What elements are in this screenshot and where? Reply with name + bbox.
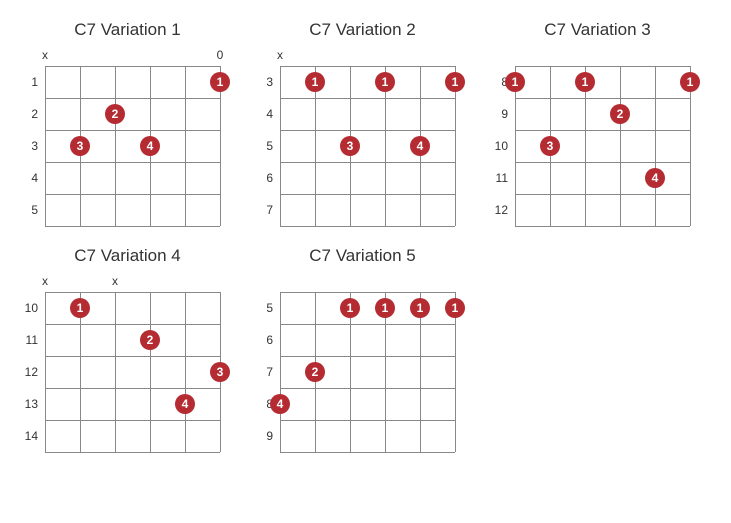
diagram-wrapper: 56789111124 — [255, 274, 470, 452]
fret-number: 4 — [20, 172, 38, 184]
top-indicator: x — [38, 48, 52, 62]
fretboard-grid: 111234 — [515, 66, 690, 226]
finger-dot: 1 — [340, 298, 360, 318]
fret-number: 6 — [255, 172, 273, 184]
chord-title: C7 Variation 3 — [490, 20, 705, 40]
top-indicator: x — [273, 48, 287, 62]
finger-dot: 2 — [140, 330, 160, 350]
fretboard-grid: 111124 — [280, 292, 455, 452]
fret-number: 11 — [20, 334, 38, 346]
finger-dot: 1 — [505, 72, 525, 92]
fret-number: 3 — [20, 140, 38, 152]
finger-dot: 1 — [70, 298, 90, 318]
fret-number: 4 — [255, 108, 273, 120]
finger-dot: 4 — [410, 136, 430, 156]
fret-number: 7 — [255, 366, 273, 378]
finger-dot: 1 — [680, 72, 700, 92]
finger-dot: 2 — [610, 104, 630, 124]
finger-dot: 1 — [445, 72, 465, 92]
fretboard-grid: 1234 — [45, 292, 220, 452]
finger-dot: 3 — [70, 136, 90, 156]
finger-dot: 4 — [140, 136, 160, 156]
finger-dot: 4 — [645, 168, 665, 188]
fret-number: 9 — [490, 108, 508, 120]
fret-number: 3 — [255, 76, 273, 88]
finger-dot: 1 — [375, 298, 395, 318]
chord-diagram: C7 Variation 4xx10111213141234 — [20, 246, 235, 452]
finger-dot: 1 — [410, 298, 430, 318]
fret-number: 12 — [20, 366, 38, 378]
finger-dot: 1 — [210, 72, 230, 92]
diagram-wrapper: xx10111213141234 — [20, 274, 235, 452]
chord-title: C7 Variation 2 — [255, 20, 470, 40]
finger-dot: 2 — [105, 104, 125, 124]
fret-number: 1 — [20, 76, 38, 88]
fret-number: 6 — [255, 334, 273, 346]
fret-number: 9 — [255, 430, 273, 442]
fretboard-grid: 1234 — [45, 66, 220, 226]
chord-diagram: C7 Variation 2 x 3 4 5 6 7 1 1 1 3 4 — [255, 20, 470, 226]
finger-dot: 1 — [305, 72, 325, 92]
finger-dot: 1 — [575, 72, 595, 92]
fret-number: 5 — [255, 302, 273, 314]
top-indicator: x — [108, 274, 122, 288]
chord-title: C7 Variation 1 — [20, 20, 235, 40]
diagram-wrapper: x 3 4 5 6 7 1 1 1 3 4 — [255, 48, 470, 226]
finger-dot: 3 — [540, 136, 560, 156]
fret-number: 10 — [20, 302, 38, 314]
diagram-wrapper: x0123451234 — [20, 48, 235, 226]
finger-dot: 4 — [175, 394, 195, 414]
fret-number: 14 — [20, 430, 38, 442]
fret-number: 2 — [20, 108, 38, 120]
chord-diagrams-container: C7 Variation 1x0123451234C7 Variation 2x… — [20, 20, 711, 452]
chord-title: C7 Variation 5 — [255, 246, 470, 266]
fret-number: 7 — [255, 204, 273, 216]
fret-number: 5 — [255, 140, 273, 152]
chord-diagram: C7 Variation 1x0123451234 — [20, 20, 235, 226]
diagram-wrapper: 89101112111234 — [490, 48, 705, 226]
finger-dot: 1 — [375, 72, 395, 92]
chord-diagram: C7 Variation 556789111124 — [255, 246, 470, 452]
chord-title: C7 Variation 4 — [20, 246, 235, 266]
finger-dot: 2 — [305, 362, 325, 382]
fret-number: 11 — [490, 172, 508, 184]
fret-number: 10 — [490, 140, 508, 152]
fret-number: 13 — [20, 398, 38, 410]
chord-diagram: C7 Variation 389101112111234 — [490, 20, 705, 226]
top-indicator: x — [38, 274, 52, 288]
finger-dot: 3 — [340, 136, 360, 156]
finger-dot: 1 — [445, 298, 465, 318]
fretboard-grid: 11134 — [280, 66, 455, 226]
top-indicator: 0 — [213, 48, 227, 62]
finger-dot: 3 — [210, 362, 230, 382]
fret-number: 12 — [490, 204, 508, 216]
fret-number: 5 — [20, 204, 38, 216]
finger-dot: 4 — [270, 394, 290, 414]
